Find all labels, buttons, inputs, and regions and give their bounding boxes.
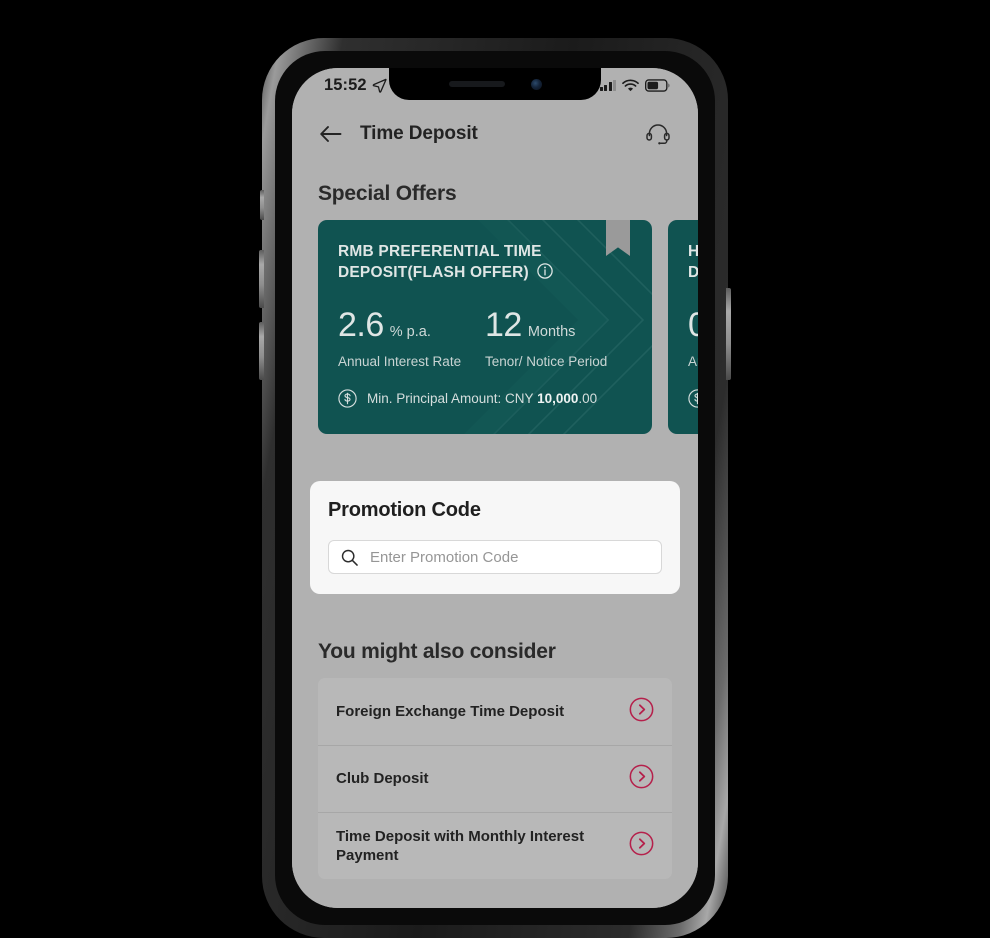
consider-section-heading: You might also consider <box>318 640 556 663</box>
speaker-grille-icon <box>448 81 505 87</box>
list-item[interactable]: Club Deposit <box>318 745 672 812</box>
status-time-group: 15:52 <box>324 76 387 95</box>
offer-min-principal-prefix: Min. Principal Amount: CNY <box>367 390 538 406</box>
cellular-signal-icon <box>599 80 616 91</box>
offer-rate-label: Annual Interest Rate <box>688 353 698 369</box>
offer-card-title-text: HKD PREFERENTIAL TIME DEPOSIT <box>688 243 698 281</box>
offer-stat-rate: 2.6 % p.a. Annual Interest Rate <box>338 308 485 369</box>
promotion-code-card[interactable]: Promotion Code <box>310 481 680 594</box>
bookmark-ribbon-icon <box>606 220 630 256</box>
offer-tenor-unit: Months <box>527 323 576 340</box>
offer-stat-tenor: 12 Months Tenor/ Notice Period <box>485 308 632 369</box>
back-button[interactable] <box>318 121 344 147</box>
promotion-code-title: Promotion Code <box>328 499 481 521</box>
dollar-circle-icon <box>338 389 357 408</box>
offer-card-title: RMB PREFERENTIAL TIME DEPOSIT(FLASH OFFE… <box>338 242 588 286</box>
phone-inner-bezel: 15:52 Time Deposit Special Offers RMB PR… <box>275 51 715 925</box>
offer-min-principal: Min. Principal Amount: CNY 10,000.00 <box>367 391 597 406</box>
page-title: Time Deposit <box>360 123 478 144</box>
list-item[interactable]: Foreign Exchange Time Deposit <box>318 678 672 745</box>
offer-card-rmb-preferential[interactable]: RMB PREFERENTIAL TIME DEPOSIT(FLASH OFFE… <box>318 220 652 434</box>
offer-tenor-label: Tenor/ Notice Period <box>485 353 608 369</box>
volume-down-button[interactable] <box>259 322 264 380</box>
promotion-code-input[interactable] <box>370 548 649 566</box>
app-scroll-body[interactable]: Special Offers RMB PREFERENTIAL TIME DEP… <box>292 160 698 908</box>
volume-up-button[interactable] <box>259 250 264 308</box>
info-circle-icon[interactable] <box>537 263 554 286</box>
offer-card-title-text: RMB PREFERENTIAL TIME DEPOSIT(FLASH OFFE… <box>338 243 542 281</box>
offer-card-title: HKD PREFERENTIAL TIME DEPOSIT <box>688 242 698 286</box>
status-indicators <box>599 79 671 92</box>
customer-support-button[interactable] <box>644 120 672 148</box>
headset-icon <box>646 124 670 145</box>
offer-rate-unit: % p.a. <box>389 323 431 340</box>
offer-card-footer <box>688 389 698 408</box>
offer-tenor-value: 12 <box>485 305 522 344</box>
front-camera-icon <box>530 78 542 90</box>
offer-min-principal-suffix: .00 <box>578 390 598 406</box>
promotion-code-input-wrapper[interactable] <box>328 540 662 574</box>
chevron-right-circle-icon[interactable] <box>629 831 654 861</box>
battery-icon <box>645 79 670 92</box>
list-item-label: Foreign Exchange Time Deposit <box>336 702 565 720</box>
offer-stat-rate: 0 Annual Interest Rate <box>688 308 698 369</box>
special-offers-heading: Special Offers <box>318 182 457 205</box>
offer-card-hkd-preferential[interactable]: HKD PREFERENTIAL TIME DEPOSIT <box>668 220 698 434</box>
offer-rate-value: 0 <box>688 305 698 344</box>
location-arrow-icon <box>372 78 387 93</box>
special-offers-carousel[interactable]: RMB PREFERENTIAL TIME DEPOSIT(FLASH OFFE… <box>292 220 698 434</box>
offer-rate-label: Annual Interest Rate <box>338 353 462 369</box>
power-button[interactable] <box>726 288 731 380</box>
offer-card-footer: Min. Principal Amount: CNY 10,000.00 <box>338 389 632 408</box>
status-time: 15:52 <box>324 76 367 94</box>
consider-list: Foreign Exchange Time Deposit Club Depos… <box>318 678 672 879</box>
back-arrow-icon <box>320 126 342 142</box>
phone-screen: 15:52 Time Deposit Special Offers RMB PR… <box>292 68 698 908</box>
offer-rate-value: 2.6 <box>338 305 384 344</box>
offer-min-principal-amount: 10,000 <box>537 390 579 406</box>
wifi-icon <box>622 79 639 92</box>
app-header: Time Deposit <box>292 108 698 160</box>
mute-switch-button[interactable] <box>260 190 264 220</box>
list-item[interactable]: Time Deposit with Monthly Interest Payme… <box>318 812 672 879</box>
offer-card-stats: 0 Annual Interest Rate <box>688 308 698 369</box>
list-item-label: Time Deposit with Monthly Interest Payme… <box>336 827 585 865</box>
search-icon <box>341 549 358 566</box>
dollar-circle-icon <box>688 389 698 408</box>
offer-card-stats: 2.6 % p.a. Annual Interest Rate 12 Month… <box>338 308 632 369</box>
device-notch <box>389 68 601 100</box>
chevron-right-circle-icon[interactable] <box>629 697 654 727</box>
phone-device-frame: 15:52 Time Deposit Special Offers RMB PR… <box>259 38 731 938</box>
chevron-right-circle-icon[interactable] <box>629 764 654 794</box>
list-item-label: Club Deposit <box>336 770 429 788</box>
